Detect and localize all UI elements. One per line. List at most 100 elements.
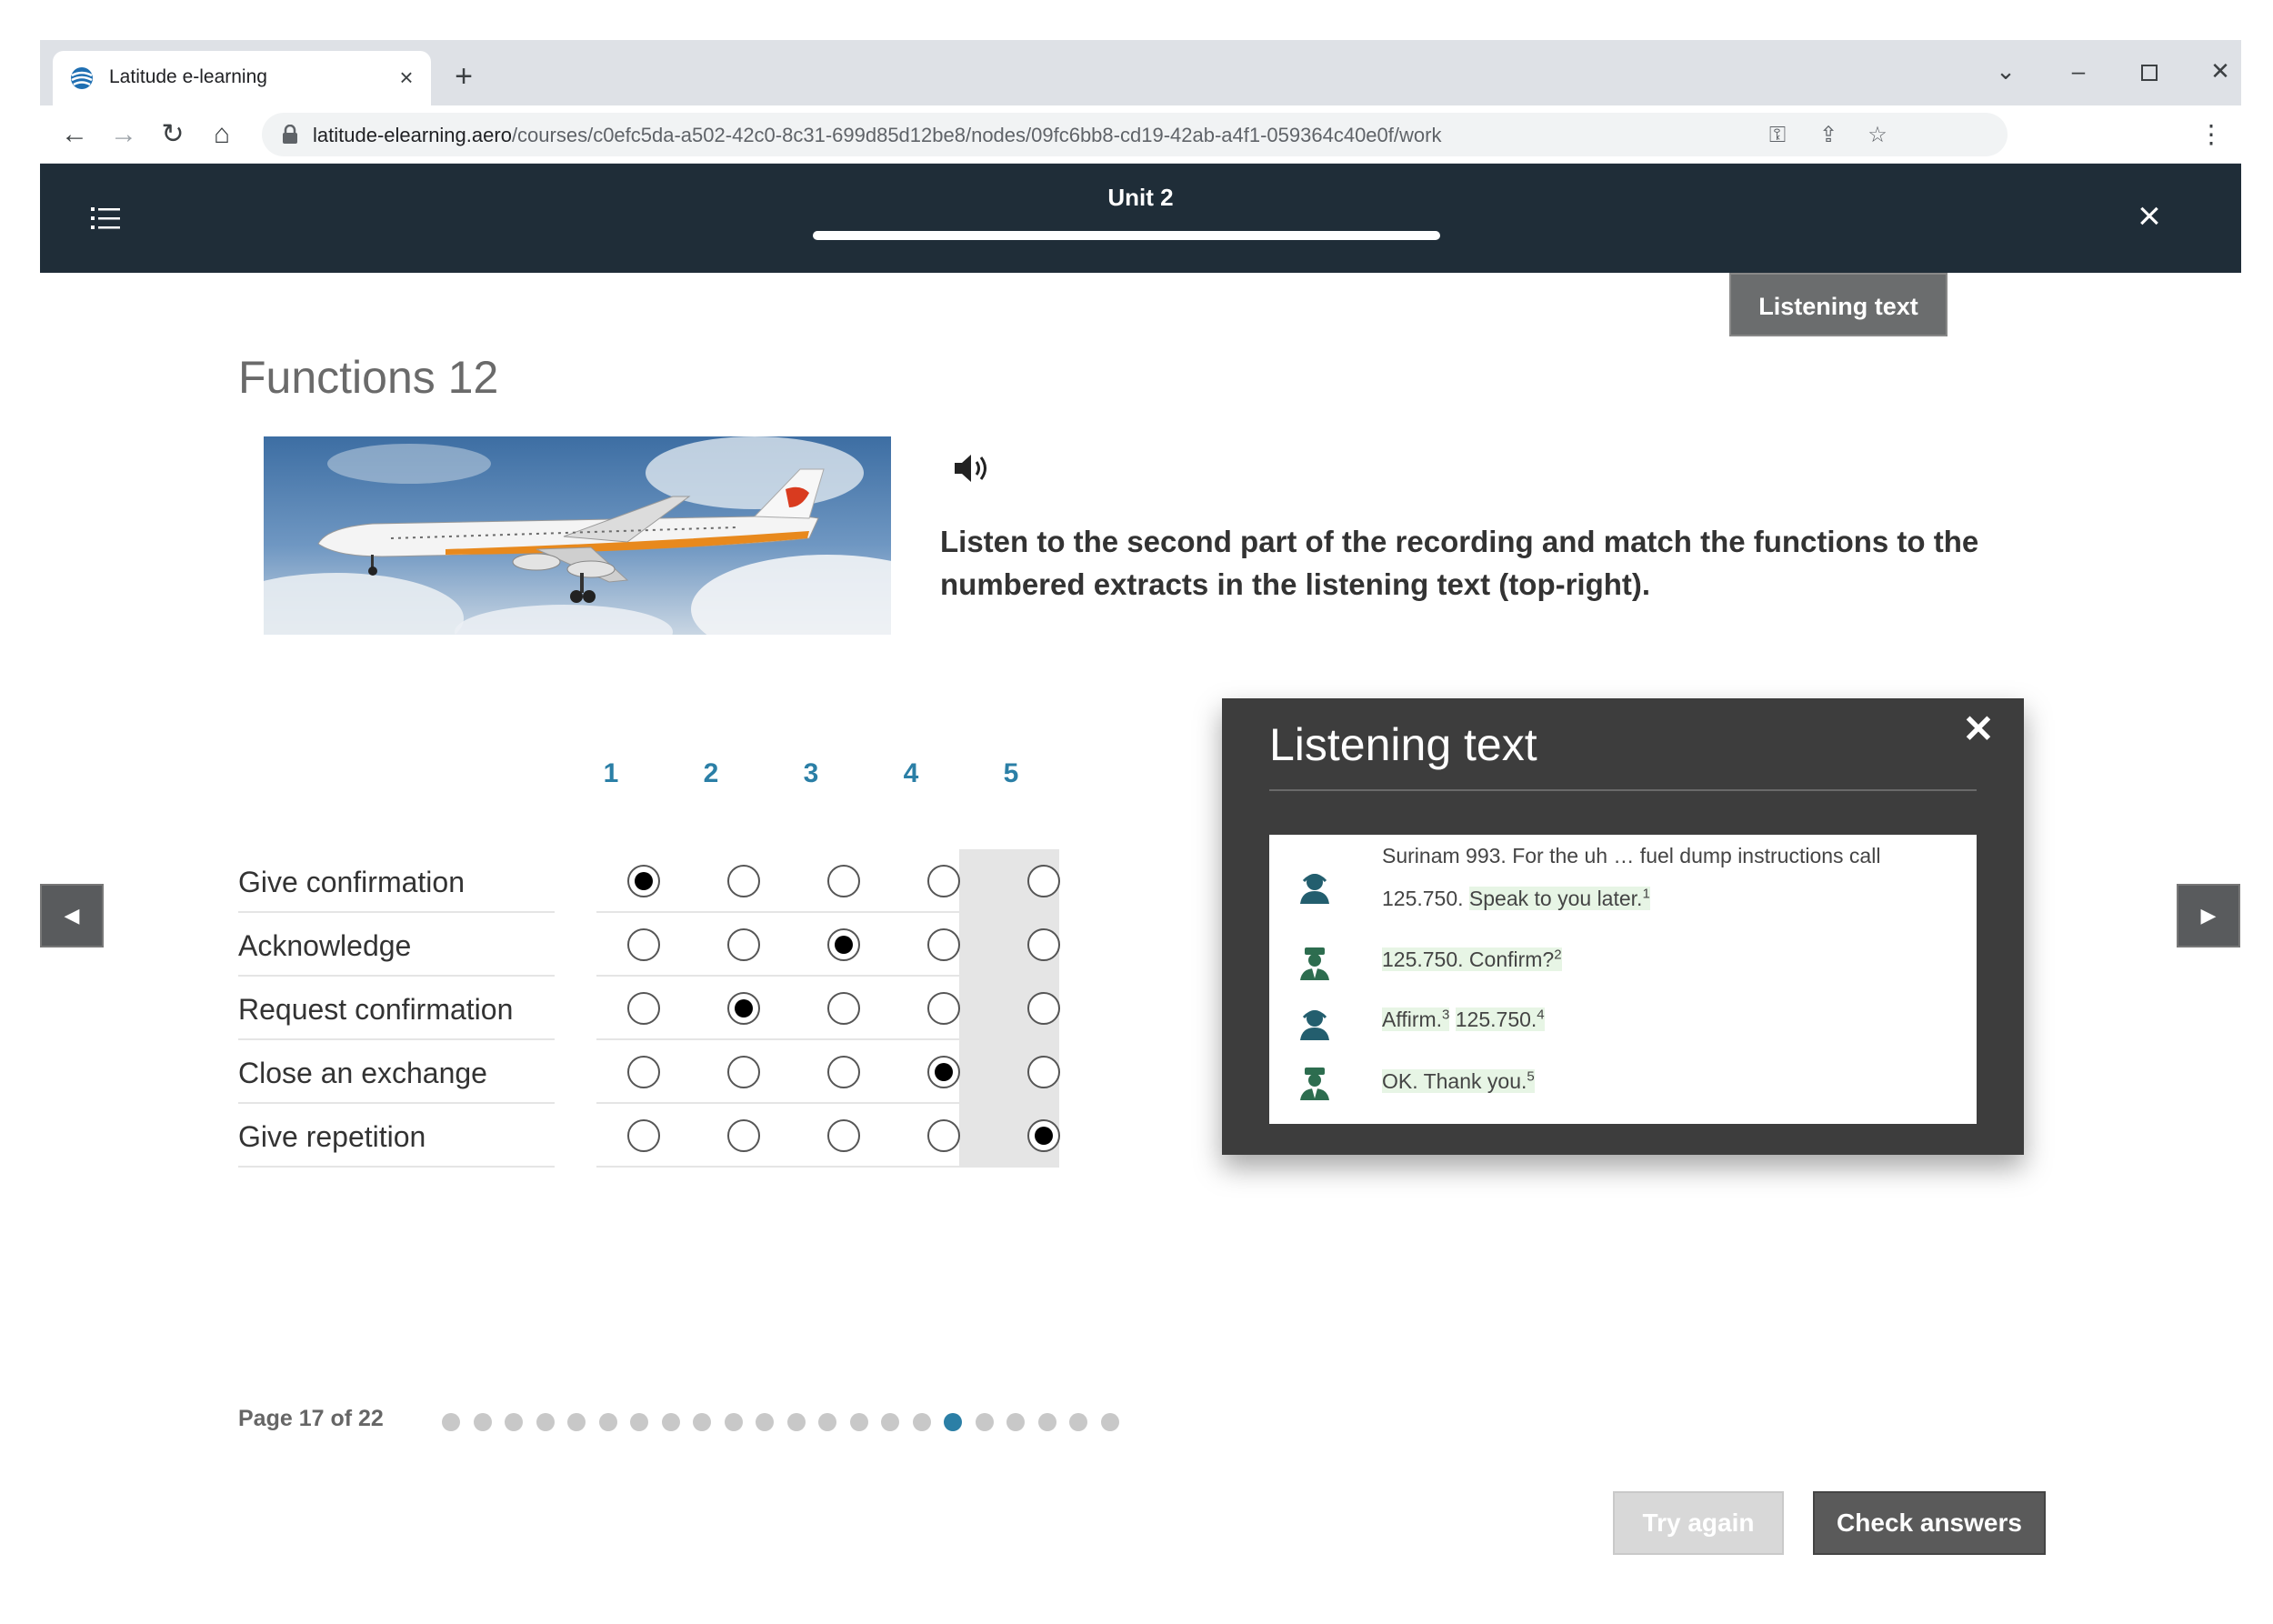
page-dot[interactable] (473, 1413, 492, 1431)
highlighted-extract: Speak to you later.1 (1468, 886, 1650, 910)
page-dot[interactable] (912, 1413, 931, 1431)
listening-text-panel: Listening text ✕ Surinam 993. For the uh… (1222, 698, 2024, 1155)
page-title: Functions 12 (238, 352, 499, 403)
radio-option[interactable] (927, 1056, 960, 1088)
page-dot[interactable] (567, 1413, 586, 1431)
radio-option[interactable] (1027, 1119, 1060, 1152)
reload-icon[interactable]: ↻ (156, 118, 189, 151)
column-header-1: 1 (603, 758, 619, 788)
row-divider (238, 1166, 555, 1168)
radio-option[interactable] (827, 1056, 860, 1088)
try-again-button[interactable]: Try again (1613, 1491, 1784, 1555)
transcript-line: Affirm.3 125.750.4 (1382, 998, 1545, 1041)
row-label: Give repetition (238, 1120, 426, 1153)
tab-close-icon[interactable]: × (393, 64, 420, 91)
radio-option[interactable] (627, 1119, 660, 1152)
highlighted-extract: Affirm.3 (1382, 1007, 1450, 1031)
page-dot[interactable] (1100, 1413, 1119, 1431)
check-answers-button[interactable]: Check answers (1813, 1491, 2046, 1555)
panel-title: Listening text (1269, 719, 1537, 770)
radio-option[interactable] (927, 1119, 960, 1152)
radio-option[interactable] (1027, 865, 1060, 897)
page-dot[interactable] (1006, 1413, 1025, 1431)
column-header-2: 2 (703, 758, 719, 788)
new-tab-icon[interactable]: + (447, 60, 480, 93)
page-dot[interactable] (724, 1413, 743, 1431)
row-label: Request confirmation (238, 993, 514, 1026)
page-dot[interactable] (536, 1413, 555, 1431)
browser-toolbar: ← → ↻ ⌂ latitude-elearning.aero/courses/… (40, 105, 2241, 164)
radio-option[interactable] (827, 992, 860, 1025)
radio-option[interactable] (827, 1119, 860, 1152)
radio-option[interactable] (627, 992, 660, 1025)
radio-option[interactable] (927, 928, 960, 961)
radio-option[interactable] (827, 928, 860, 961)
page-dot[interactable] (1037, 1413, 1056, 1431)
radio-option[interactable] (827, 865, 860, 897)
transcript-line: 125.750. Confirm?2 (1382, 938, 1562, 981)
url-text: latitude-elearning.aero/courses/c0efc5da… (313, 124, 1442, 146)
maximize-icon[interactable] (2131, 55, 2168, 87)
latitude-logo-icon (71, 67, 93, 89)
row-label: Give confirmation (238, 866, 465, 898)
address-bar[interactable]: latitude-elearning.aero/courses/c0efc5da… (262, 113, 2008, 156)
radio-option[interactable] (727, 865, 760, 897)
radio-option[interactable] (727, 1119, 760, 1152)
radio-option[interactable] (1027, 992, 1060, 1025)
page-dot[interactable] (881, 1413, 899, 1431)
radio-option[interactable] (727, 992, 760, 1025)
browser-tab[interactable]: Latitude e-learning × (53, 51, 431, 105)
page-dot[interactable] (818, 1413, 836, 1431)
page-dot[interactable] (505, 1413, 523, 1431)
panel-close-icon[interactable]: ✕ (1960, 710, 1997, 748)
radio-option[interactable] (927, 992, 960, 1025)
window-close-icon[interactable]: ✕ (2202, 55, 2238, 87)
radio-option[interactable] (927, 865, 960, 897)
page-dot[interactable] (756, 1413, 774, 1431)
close-icon[interactable]: × (2129, 196, 2169, 236)
page-dot[interactable] (630, 1413, 648, 1431)
radio-option[interactable] (627, 865, 660, 897)
transcript-line: Surinam 993. For the uh … fuel dump inst… (1382, 844, 1881, 910)
panel-divider (1269, 789, 1977, 791)
browser-menu-icon[interactable]: ⋮ (2195, 118, 2228, 151)
page-dot[interactable] (786, 1413, 806, 1431)
pilot-icon (1300, 947, 1329, 980)
column-header-4: 4 (903, 758, 919, 788)
controller-icon (1300, 1010, 1329, 1040)
listening-text-button[interactable]: Listening text (1729, 273, 1948, 336)
home-icon[interactable]: ⌂ (205, 118, 238, 151)
matrix-row: Acknowledge (238, 913, 1060, 977)
key-icon[interactable]: ⚿ (1764, 122, 1791, 149)
page-dot[interactable] (693, 1413, 711, 1431)
radio-option[interactable] (627, 928, 660, 961)
airplane-image (264, 436, 891, 635)
page-dot[interactable] (661, 1413, 680, 1431)
page-dot[interactable] (975, 1413, 994, 1431)
next-page-button[interactable]: ▶ (2177, 884, 2240, 947)
radio-option[interactable] (727, 1056, 760, 1088)
radio-option[interactable] (1027, 928, 1060, 961)
page-dot[interactable] (849, 1413, 868, 1431)
row-divider (596, 1166, 960, 1168)
matching-grid: 1 2 3 4 5 Give confirmation Acknowledge … (238, 758, 1060, 1177)
bookmark-star-icon[interactable]: ☆ (1864, 122, 1891, 149)
page-dot[interactable] (442, 1413, 460, 1431)
radio-option[interactable] (1027, 1056, 1060, 1088)
previous-page-button[interactable]: ◀ (40, 884, 104, 947)
page-indicator: Page 17 of 22 (238, 1406, 384, 1431)
highlighted-extract: 125.750. Confirm?2 (1382, 947, 1562, 971)
unit-title: Unit 2 (1107, 184, 1174, 211)
radio-option[interactable] (627, 1056, 660, 1088)
page-dot-active[interactable] (944, 1413, 962, 1431)
back-arrow-icon[interactable]: ← (58, 118, 91, 151)
page-dot[interactable] (598, 1413, 617, 1431)
radio-option[interactable] (727, 928, 760, 961)
minimize-icon[interactable]: – (2060, 55, 2097, 87)
speaker-audio-icon[interactable] (953, 451, 991, 486)
share-icon[interactable]: ⇪ (1815, 122, 1842, 149)
tab-title: Latitude e-learning (109, 66, 267, 87)
page-dot[interactable] (1069, 1413, 1087, 1431)
forward-arrow-icon[interactable]: → (107, 118, 140, 151)
tab-search-chevron-icon[interactable]: ⌄ (1988, 55, 2024, 87)
